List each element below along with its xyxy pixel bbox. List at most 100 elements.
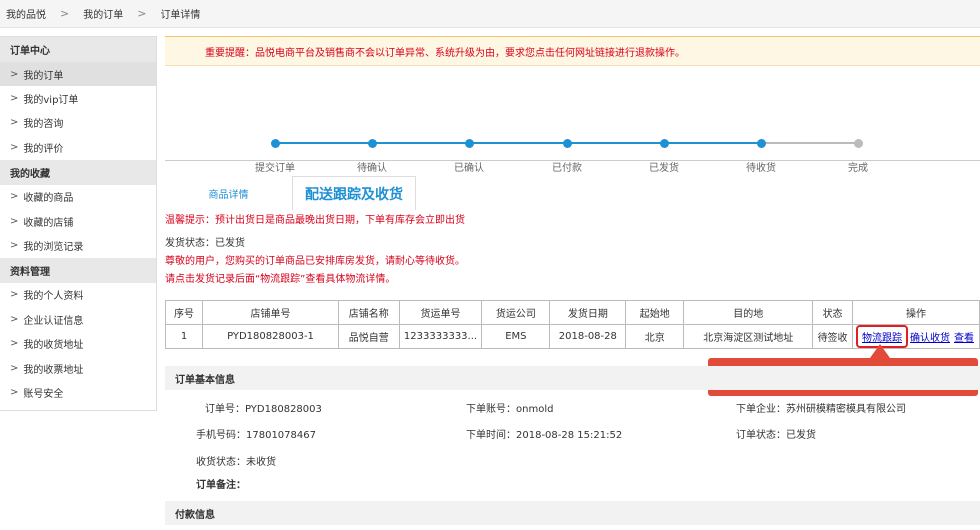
- progress-line: [567, 142, 664, 144]
- breadcrumb-orders[interactable]: 我的订单: [83, 6, 123, 21]
- progress-step-label: 提交订单: [255, 163, 295, 174]
- breadcrumb-current: 订单详情: [160, 10, 201, 21]
- sidebar-item-security[interactable]: > 账号安全: [0, 380, 156, 404]
- col-header: 状态: [812, 300, 853, 325]
- chevron-right-icon: >: [10, 117, 19, 129]
- order-progress: 提交订单 待确认 已确认 已付款 已发货 待收货 完成: [165, 66, 980, 174]
- sidebar-item-fav-shops[interactable]: > 收藏的店铺: [0, 209, 156, 233]
- sidebar-item-reviews[interactable]: > 我的评价: [0, 135, 156, 159]
- detail-tabs: 商品详情 配送跟踪及收货: [165, 176, 416, 210]
- progress-step-label: 待确认: [357, 163, 387, 174]
- sidebar-item-history[interactable]: > 我的浏览记录: [0, 233, 156, 257]
- order-number: 订单号：PYD180828003: [205, 404, 322, 415]
- sidebar-item-profile[interactable]: > 我的个人资料: [0, 283, 156, 307]
- col-header: 货运公司: [481, 300, 551, 325]
- chevron-right-icon: >: [10, 240, 19, 252]
- chevron-right-icon: >: [10, 215, 19, 227]
- progress-step-dot: [562, 139, 572, 148]
- table-row: 1 PYD180828003-1 品悦自营 1233333333... EMS …: [164, 324, 980, 349]
- breadcrumb-home[interactable]: 我的品悦: [6, 6, 46, 21]
- sidebar-item-label: 收藏的店铺: [23, 217, 74, 229]
- sidebar-item-label: 企业认证信息: [23, 315, 84, 327]
- cell-ship-date: 2018-08-28: [549, 324, 627, 349]
- progress-step-dot: [367, 139, 377, 148]
- sidebar-item-enterprise[interactable]: > 企业认证信息: [0, 307, 156, 331]
- order-info-header: 订单基本信息: [165, 366, 980, 390]
- order-time-value: 2018-08-28 15:21:52: [516, 430, 623, 441]
- warm-tip: 温馨提示：预计出货日是商品最晚出货日期，下单有库存会立即出货: [165, 215, 465, 226]
- tab-shipping-tracking[interactable]: 配送跟踪及收货: [292, 176, 416, 210]
- order-company-value: 苏州研模精密模具有限公司: [786, 404, 906, 415]
- progress-line: [664, 142, 761, 144]
- order-time: 下单时间：2018-08-28 15:21:52: [466, 430, 623, 441]
- sidebar-item-label: 我的个人资料: [23, 291, 84, 303]
- progress-step-label: 已发货: [649, 163, 679, 174]
- chevron-right-icon: >: [10, 93, 19, 105]
- shipping-status: 发货状态：已发货: [165, 238, 245, 249]
- cell-shop-name: 品悦自营: [337, 324, 400, 349]
- sidebar-item-label: 我的评价: [23, 143, 64, 155]
- col-header: 目的地: [683, 300, 814, 325]
- progress-step-label: 完成: [848, 163, 868, 174]
- progress-step-dot: [853, 139, 863, 148]
- sidebar-item-invoice-address[interactable]: > 我的收票地址: [0, 356, 156, 380]
- shipping-message: 尊敬的用户，您购买的订单商品已安排库房发货，请耐心等待收货。: [165, 256, 465, 267]
- col-header: 店铺单号: [202, 300, 339, 325]
- cell-status: 待签收: [812, 324, 853, 349]
- sidebar-item-label: 我的订单: [23, 70, 64, 82]
- progress-step-dot: [659, 139, 669, 148]
- sidebar-item-my-orders[interactable]: > 我的订单: [0, 62, 156, 87]
- confirm-receipt-link[interactable]: 确认收货: [910, 333, 950, 344]
- receive-status: 收货状态：未收货: [196, 457, 276, 468]
- sidebar-group-title: 资料管理: [0, 257, 156, 283]
- sidebar-item-label: 我的收货地址: [23, 340, 84, 352]
- sidebar-item-label: 我的咨询: [23, 119, 64, 131]
- cell-carrier: EMS: [481, 324, 551, 349]
- tab-product-detail[interactable]: 商品详情: [165, 176, 292, 210]
- cell-shop-order: PYD180828003-1: [202, 324, 339, 349]
- col-header: 序号: [164, 300, 204, 325]
- sidebar-item-label: 我的浏览记录: [23, 242, 84, 254]
- progress-line: [761, 142, 858, 144]
- sidebar-item-label: 收藏的商品: [23, 193, 74, 205]
- chevron-right-icon: >: [10, 191, 19, 203]
- chevron-right-icon: >: [10, 68, 19, 80]
- chevron-right-icon: >: [10, 313, 19, 325]
- sidebar-item-consult[interactable]: > 我的咨询: [0, 111, 156, 135]
- cell-destination: 北京海淀区测试地址: [683, 324, 814, 349]
- sidebar-item-vip-orders[interactable]: > 我的vip订单: [0, 86, 156, 110]
- sidebar-item-fav-goods[interactable]: > 收藏的商品: [0, 185, 156, 209]
- col-header: 起始地: [625, 300, 685, 325]
- sidebar-item-label: 我的vip订单: [23, 95, 79, 107]
- chevron-right-icon: >: [60, 7, 70, 20]
- security-notice: 重要提醒：品悦电商平台及销售商不会以订单异常、系统升级为由，要求您点击任何网址链…: [165, 36, 980, 66]
- breadcrumb: 我的品悦 > 我的订单 > 订单详情: [0, 0, 980, 28]
- progress-line: [275, 142, 372, 144]
- cell-no: 1: [164, 324, 204, 349]
- progress-line: [469, 142, 567, 144]
- shipment-table: 序号 店铺单号 店铺名称 货运单号 货运公司 发货日期 起始地 目的地 状态 操…: [164, 300, 980, 349]
- chevron-right-icon: >: [10, 386, 19, 398]
- view-link[interactable]: 查看: [954, 333, 974, 344]
- sidebar: 订单中心 > 我的订单 > 我的vip订单 > 我的咨询 > 我的评价 我的收藏 > 收藏…: [0, 36, 157, 411]
- callout-pointer: [870, 344, 890, 358]
- sidebar-item-address[interactable]: > 我的收货地址: [0, 332, 156, 356]
- payment-info-header: 付款信息: [165, 501, 980, 525]
- chevron-right-icon: >: [10, 141, 19, 153]
- order-remark: 订单备注：: [196, 480, 246, 491]
- progress-step-label: 已确认: [454, 163, 484, 174]
- cell-tracking-no: 1233333333...: [398, 324, 483, 349]
- logistics-tracking-link[interactable]: 物流跟踪: [862, 333, 902, 344]
- col-header: 店铺名称: [337, 300, 400, 325]
- col-header: 操作: [851, 300, 980, 325]
- tracking-hint: 请点击发货记录后面“物流跟踪”查看具体物流详情。: [165, 274, 396, 285]
- col-header: 货运单号: [398, 300, 483, 325]
- progress-step-dot: [270, 139, 280, 148]
- order-status-value: 已发货: [786, 430, 816, 441]
- chevron-right-icon: >: [10, 362, 19, 374]
- order-account: 下单账号：onmold: [466, 404, 554, 415]
- sidebar-group-title: 我的收藏: [0, 159, 156, 185]
- sidebar-item-label: 账号安全: [23, 388, 64, 400]
- table-header-row: 序号 店铺单号 店铺名称 货运单号 货运公司 发货日期 起始地 目的地 状态 操…: [164, 300, 980, 325]
- chevron-right-icon: >: [10, 289, 19, 301]
